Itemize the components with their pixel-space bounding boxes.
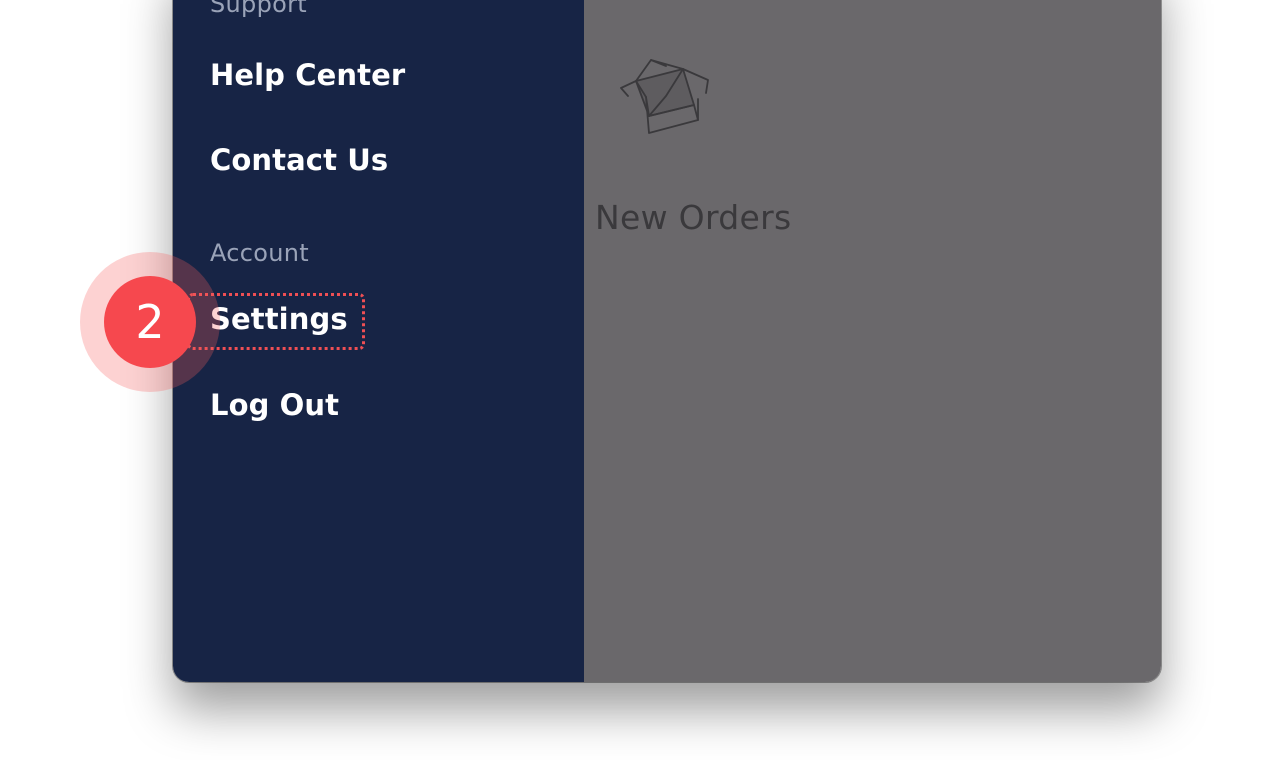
section-label-support: Support [210, 0, 307, 18]
menu-item-help-center[interactable]: Help Center [210, 58, 405, 92]
app-window: Support Help Center Contact Us Account S… [173, 0, 1161, 682]
menu-item-log-out[interactable]: Log Out [210, 388, 339, 422]
open-box-icon [620, 59, 709, 134]
empty-state-title: New Orders [595, 198, 792, 237]
menu-item-contact-us[interactable]: Contact Us [210, 143, 388, 177]
step-number-badge: 2 [104, 276, 196, 368]
main-content-dimmed[interactable]: New Orders [584, 0, 1161, 682]
screenshot-stage: Support Help Center Contact Us Account S… [0, 0, 1262, 760]
section-label-account: Account [210, 239, 310, 267]
menu-item-settings[interactable]: Settings [210, 302, 348, 336]
sidebar-menu: Support Help Center Contact Us Account S… [173, 0, 584, 682]
